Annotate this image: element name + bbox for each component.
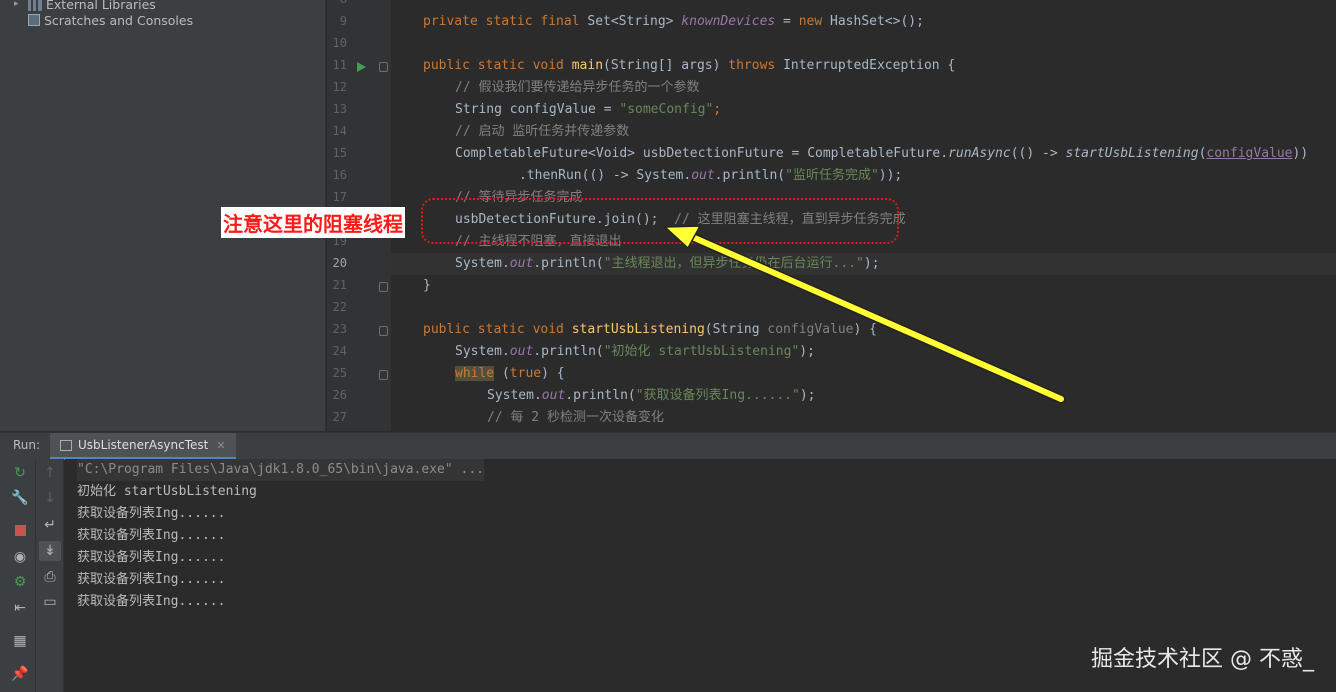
annotation-dotted-box xyxy=(421,198,899,244)
line-number: 11 xyxy=(332,58,347,72)
line-number: 13 xyxy=(332,102,347,116)
code-line-24: System.out.println("初始化 startUsbListenin… xyxy=(455,344,815,359)
line-number: 26 xyxy=(332,388,347,402)
arrow-up-icon[interactable]: ↑ xyxy=(42,465,58,481)
code-line-13: String configValue = "someConfig"; xyxy=(455,102,722,117)
run-label: Run: xyxy=(13,438,41,452)
stop-icon[interactable] xyxy=(12,522,28,538)
line-number: 21 xyxy=(332,278,347,292)
debug-icon[interactable]: ⚙ xyxy=(12,574,28,590)
fold-icon[interactable] xyxy=(379,370,388,380)
console-line: 初始化 startUsbListening xyxy=(77,484,257,499)
console-line: 获取设备列表Ing...... xyxy=(77,594,226,609)
fold-icon[interactable] xyxy=(379,326,388,336)
code-line-12: // 假设我们要传递给异步任务的一个参数 xyxy=(455,80,700,95)
code-line-23: public static void startUsbListening(Str… xyxy=(423,322,877,337)
run-tab-label: UsbListenerAsyncTest xyxy=(78,438,209,452)
code-line-27: // 每 2 秒检测一次设备变化 xyxy=(487,410,664,425)
watermark: 掘金技术社区 @ 不惑_ xyxy=(1091,647,1314,672)
line-number: 17 xyxy=(332,190,347,204)
line-number: 22 xyxy=(332,300,347,314)
trash-icon[interactable]: ▭ xyxy=(42,594,58,610)
line-number: 24 xyxy=(332,344,347,358)
line-number: 23 xyxy=(332,322,347,336)
fold-icon[interactable] xyxy=(379,282,388,292)
line-number: 8 xyxy=(327,0,347,6)
line-number: 27 xyxy=(332,410,347,424)
soft-wrap-icon[interactable]: ↵ xyxy=(42,517,58,533)
print-icon[interactable]: ⎙ xyxy=(42,569,58,585)
code-line-16: .thenRun(() -> System.out.println("监听任务完… xyxy=(519,168,903,183)
scratches-icon xyxy=(28,14,40,26)
tree-item-label: Scratches and Consoles xyxy=(44,12,194,28)
arrow-down-icon[interactable]: ↓ xyxy=(42,490,58,506)
layout-icon[interactable]: ▦ xyxy=(12,633,28,649)
pin-icon[interactable]: 📌 xyxy=(11,666,28,682)
line-number: 14 xyxy=(332,124,347,138)
exit-icon[interactable]: ⇤ xyxy=(12,600,28,616)
console-line: "C:\Program Files\Java\jdk1.8.0_65\bin\j… xyxy=(77,459,484,481)
chevron-right-icon[interactable]: ▸ xyxy=(14,0,28,9)
camera-icon[interactable]: ◉ xyxy=(12,549,28,565)
console-line: 获取设备列表Ing...... xyxy=(77,506,226,521)
wrench-icon[interactable]: 🔧 xyxy=(11,490,28,506)
fold-icon[interactable] xyxy=(379,62,388,72)
code-line-14: // 启动 监听任务并传递参数 xyxy=(455,124,630,139)
scroll-to-end-icon[interactable]: ↡ xyxy=(39,541,61,561)
line-number: 10 xyxy=(332,36,347,50)
line-number: 15 xyxy=(332,146,347,160)
annotation-label: 注意这里的阻塞线程 xyxy=(221,207,405,238)
line-number: 16 xyxy=(332,168,347,182)
console-line: 获取设备列表Ing...... xyxy=(77,550,226,565)
code-line-20: System.out.println("主线程退出，但异步任务仍在后台运行...… xyxy=(455,256,880,271)
line-number: 9 xyxy=(339,14,347,28)
code-line-15: CompletableFuture<Void> usbDetectionFutu… xyxy=(455,146,1309,161)
tree-item-scratches[interactable]: Scratches and Consoles xyxy=(28,10,193,30)
close-icon[interactable]: ✕ xyxy=(216,439,225,452)
code-line-9: private static final Set<String> knownDe… xyxy=(423,14,924,29)
library-icon xyxy=(28,0,42,11)
run-toolwindow-header: Run: UsbListenerAsyncTest ✕ xyxy=(0,432,1336,460)
run-gutter-icon[interactable] xyxy=(357,62,366,72)
console-line: 获取设备列表Ing...... xyxy=(77,572,226,587)
rerun-icon[interactable]: ↻ xyxy=(12,465,28,481)
code-line-21: } xyxy=(423,278,431,293)
run-toolbar: ↻ 🔧 ◉ ⚙ ⇤ ▦ 📌 xyxy=(0,459,36,692)
line-number: 12 xyxy=(332,80,347,94)
code-line-26: System.out.println("获取设备列表Ing......"); xyxy=(487,388,816,403)
console-line: 获取设备列表Ing...... xyxy=(77,528,226,543)
line-number-current: 20 xyxy=(332,256,347,270)
code-line-11: public static void main(String[] args) t… xyxy=(423,58,956,73)
code-line-25: while (true) { xyxy=(455,366,565,381)
run-tab[interactable]: UsbListenerAsyncTest ✕ xyxy=(50,433,236,460)
line-number: 25 xyxy=(332,366,347,380)
console-icon xyxy=(60,439,72,451)
console-toolbar: ↑ ↓ ↵ ↡ ⎙ ▭ xyxy=(36,459,64,692)
